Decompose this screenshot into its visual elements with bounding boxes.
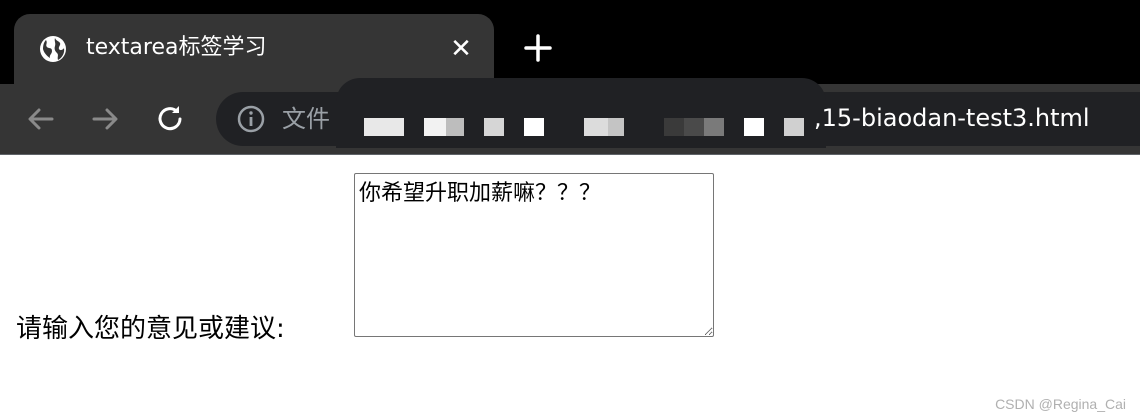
back-arrow-icon[interactable]: [24, 102, 58, 136]
tab-title: textarea标签学习: [86, 35, 267, 60]
info-icon[interactable]: [236, 104, 266, 134]
url-redaction-overlay: [336, 78, 826, 148]
feedback-textarea[interactable]: 你希望升职加薪嘛？？？: [354, 173, 714, 337]
page-content: 请输入您的意见或建议: 你希望升职加薪嘛？？？ CSDN @Regina_Cai: [0, 155, 1140, 420]
globe-icon: [40, 36, 66, 62]
forward-arrow-icon[interactable]: [88, 102, 122, 136]
url-filename: ,15-biaodan-test3.html: [814, 104, 1090, 132]
watermark: CSDN @Regina_Cai: [995, 396, 1126, 412]
reload-icon[interactable]: [153, 102, 187, 136]
plus-icon[interactable]: [520, 30, 556, 66]
close-icon[interactable]: ✕: [446, 34, 476, 64]
active-tab[interactable]: textarea标签学习 ✕: [14, 14, 494, 84]
feedback-label: 请输入您的意见或建议:: [16, 314, 285, 344]
browser-chrome: textarea标签学习 ✕ 文件 ,15-biaodan-test3.html: [0, 0, 1140, 155]
url-prefix: 文件: [282, 105, 330, 133]
